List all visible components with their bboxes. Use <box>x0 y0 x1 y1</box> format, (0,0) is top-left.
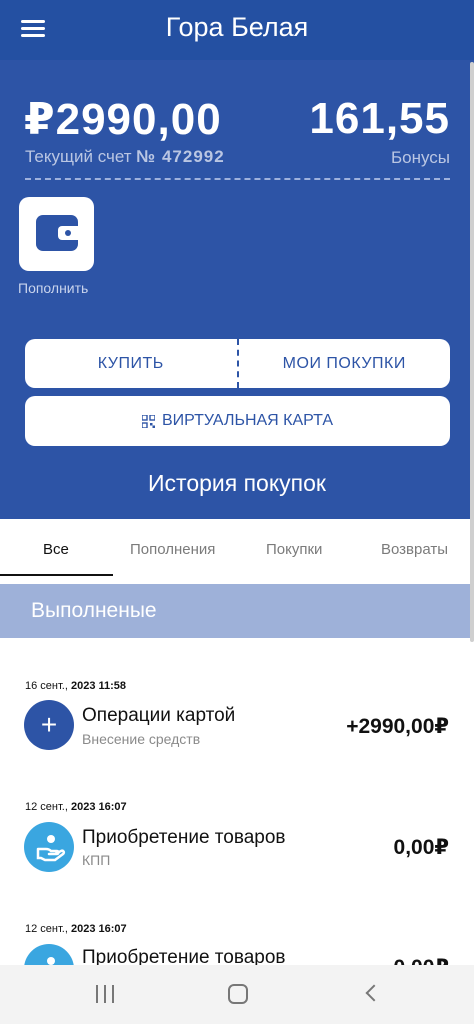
hand-payment-icon <box>24 822 74 872</box>
purchase-button-group: КУПИТЬ МОИ ПОКУПКИ <box>25 339 450 388</box>
virtual-card-button[interactable]: ВИРТУАЛЬНАЯ КАРТА <box>25 396 450 446</box>
balance-amount: ₽2990,00 <box>24 95 222 144</box>
topup-label: Пополнить <box>18 280 89 296</box>
history-title: История покупок <box>148 470 326 496</box>
section-title: Выполненые <box>31 599 157 622</box>
home-icon[interactable] <box>228 984 248 1004</box>
account-panel: ₽2990,00 161,55 Текущий счет № 472992 Бо… <box>0 60 474 519</box>
history-tabs: Все Пополнения Покупки Возвраты <box>0 519 474 577</box>
section-header: Выполненые <box>0 584 474 638</box>
my-purchases-button[interactable]: МОИ ПОКУПКИ <box>239 339 451 388</box>
transaction-subtitle: КПП <box>82 852 111 868</box>
dashed-divider <box>25 178 450 180</box>
transaction-date: 12 сент., 2023 16:07 <box>25 923 127 935</box>
scrollbar[interactable] <box>470 62 474 642</box>
transaction-amount: +2990,00₽ <box>346 715 449 738</box>
account-label: Текущий счет № 472992 <box>25 147 225 166</box>
wallet-icon <box>36 215 78 251</box>
bonus-amount: 161,55 <box>309 94 450 143</box>
transaction-amount: 0,00₽ <box>393 836 449 859</box>
tab-returns[interactable]: Возвраты <box>381 541 448 558</box>
bonus-label: Бонусы <box>390 148 450 167</box>
recent-apps-icon[interactable] <box>96 985 116 1003</box>
transaction-date: 12 сент., 2023 16:07 <box>25 801 127 813</box>
account-number: № 472992 <box>136 147 225 166</box>
transaction-date: 16 сент., 2023 11:58 <box>25 680 127 692</box>
buy-button[interactable]: КУПИТЬ <box>25 339 237 388</box>
system-nav-bar <box>0 965 474 1024</box>
plus-icon: + <box>24 700 74 750</box>
transaction-name[interactable]: Операции картой <box>82 705 235 727</box>
tab-all[interactable]: Все <box>43 541 69 558</box>
tab-purchases[interactable]: Покупки <box>266 541 322 558</box>
top-bar: Гора Белая <box>0 0 474 60</box>
qr-code-icon <box>141 414 155 428</box>
back-icon[interactable] <box>365 984 383 1002</box>
active-tab-indicator <box>0 574 113 576</box>
transaction-name[interactable]: Приобретение товаров <box>82 827 286 849</box>
virtual-card-label: ВИРТУАЛЬНАЯ КАРТА <box>161 412 334 429</box>
topup-button[interactable] <box>19 197 94 271</box>
transaction-subtitle: Внесение средств <box>82 731 201 747</box>
page-title: Гора Белая <box>165 12 309 42</box>
tab-topups[interactable]: Пополнения <box>130 541 215 558</box>
